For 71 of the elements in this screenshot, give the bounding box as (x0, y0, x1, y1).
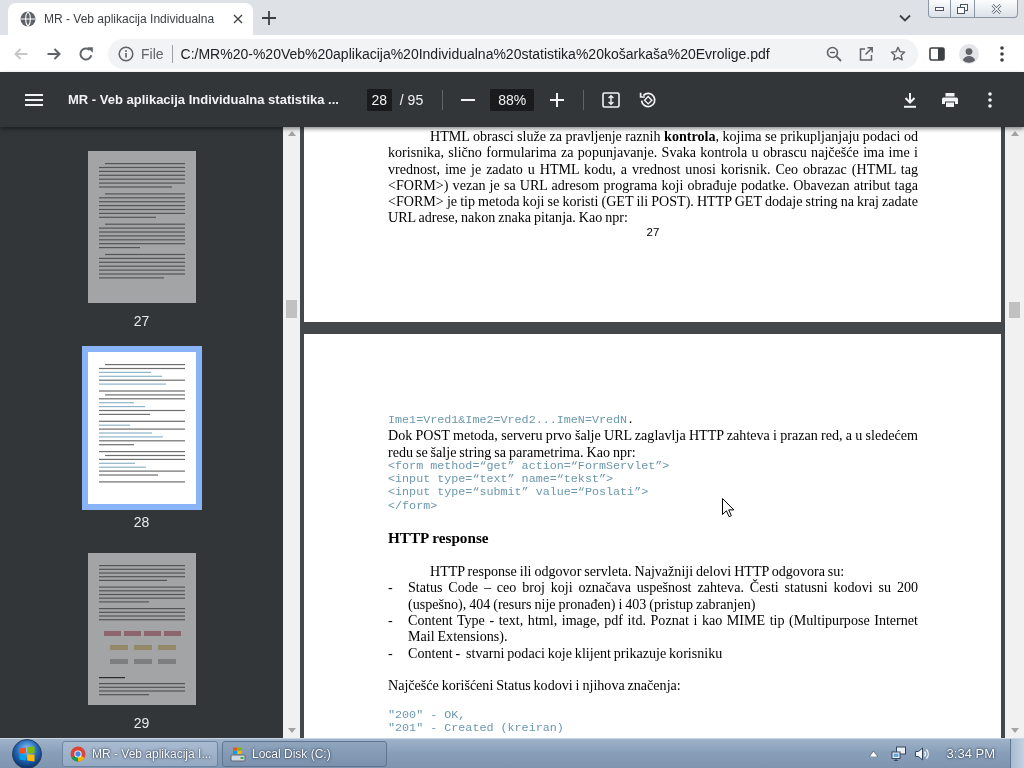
minimize-button[interactable] (928, 0, 951, 18)
menu-icon[interactable] (25, 93, 43, 106)
star-icon[interactable] (890, 45, 906, 62)
code-line: <input type=“submit” value=“Poslati”> (388, 486, 649, 500)
file-label: File (141, 45, 164, 62)
list-item-text: Status Code – ceo broj koji označava uspešnost zahteva. Česti statusni kodovi su 200 (uspešno), 404 (resurs nije pronađen) i 403 (pristup zabranjen) (408, 579, 918, 612)
minimize-icon (935, 6, 944, 11)
list-bullet: - (388, 611, 393, 630)
scrollbar[interactable] (283, 127, 300, 738)
page-thumbnail[interactable] (87, 151, 196, 303)
paragraph: Dok POST metoda, serveru prvo šalje URL zaglavlja HTTP zahteva i prazan red, a u sledećem redu se šalje string sa parametrima. Kao npr: (388, 427, 918, 460)
paragraph: Najčešće korišćeni Status kodovi i njihova značenja: (388, 676, 682, 694)
download-icon[interactable] (902, 91, 918, 108)
mouse-cursor-icon (722, 498, 734, 517)
restore-button[interactable] (951, 0, 975, 18)
page-number: 27 (646, 225, 660, 239)
list-item-text: Content Type - text, html, image, pdf itd. Poznat i kao MIME tip (Multipurpose Internet Mail Extensions). (408, 611, 918, 645)
page-count: / 95 (399, 91, 424, 108)
code-line: "201" - Created (kreiran) (388, 722, 564, 736)
rotate-icon[interactable] (639, 90, 658, 109)
page-number-field[interactable]: 28 (366, 88, 392, 111)
flag-icon (19, 745, 35, 761)
section-heading: HTTP response (388, 529, 489, 548)
scrollbar-thumb[interactable] (286, 300, 297, 318)
printer-icon[interactable] (941, 91, 959, 108)
close-icon[interactable] (233, 13, 243, 24)
thumbnail-label: 28 (133, 513, 150, 532)
fit-page-icon[interactable] (602, 90, 621, 109)
address-bar[interactable]: File C:/MR%20-%20Veb%20aplikacija%20Individualna%20statistika%20košarkaša%20Evrolige.pdf (108, 38, 918, 69)
page-thumbnail[interactable] (87, 553, 196, 705)
share-icon[interactable] (858, 45, 874, 62)
url-text: C:/MR%20-%20Veb%20aplikacija%20Individualna%20statistika%20košarkaša%20Evrolige.pdf (180, 45, 770, 62)
restore-icon (957, 3, 968, 14)
network-icon[interactable] (890, 745, 907, 762)
chevron-down-icon[interactable] (899, 13, 911, 22)
page-thumbnail[interactable] (81, 346, 202, 510)
circle-logo-icon (70, 745, 86, 762)
document-title: MR - Veb aplikacija Individualna statistika ... (68, 92, 339, 107)
side-panel-icon[interactable] (929, 45, 945, 62)
up-triangle-icon[interactable] (868, 750, 878, 757)
vertical-dots-icon[interactable] (1000, 45, 1004, 62)
list-bullet: - (388, 644, 393, 661)
code-line: "200" - OK, (388, 709, 466, 723)
list-item-text: Content - stvarni podaci koje klijent prikazuje korisniku (408, 644, 724, 661)
paragraph: HTTP response ili odgovor servleta. Najvažniji delovi HTTP odgovora su: (429, 563, 846, 580)
clock-text: 3:34 PM (946, 746, 995, 761)
zoom-in-icon[interactable] (550, 92, 565, 107)
zoom-out-icon[interactable] (826, 45, 842, 62)
zoom-field[interactable]: 88% (490, 88, 535, 111)
scrollbar[interactable] (1005, 127, 1024, 738)
paragraph: HTML obrasci služe za pravljenje raznih kontrola, kojima se prikupljanjaju podaci od korisnika, slično formularima za popunjavanje. Svaka kontrola u obrascu najčešće ima ime i vrednost, ime je zadato u HTML kodu, a vrednost unosi korisnik. Ceo obrazac (HTML tag <FORM>) vezan je sa URL adresom programa koji obrađuje podatke. Obavezan atribut taga <FORM> je tip metoda koji se koristi (GET ili POST). HTTP GET dodaje string na kraj zadate URL adrese, nakon znaka pitanja. Kao npr: (388, 128, 918, 226)
code-line: </form> (388, 499, 438, 514)
reload-icon[interactable] (78, 45, 94, 62)
scrollbar-thumb[interactable] (1009, 302, 1020, 318)
close-icon (990, 3, 1002, 14)
drive-icon (230, 745, 246, 762)
close-button[interactable] (975, 0, 1018, 18)
code-line: Ime1=Vred1&Ime2=Vred2...ImeN=VredN. (388, 414, 635, 428)
show-desktop-button[interactable] (1010, 739, 1024, 768)
list-bullet: - (388, 579, 393, 598)
browser-tab[interactable]: MR - Veb aplikacija Individualna (8, 3, 253, 35)
code-line: <input type=“text” name=“tekst”> (388, 473, 614, 487)
info-icon[interactable] (118, 45, 134, 62)
code-line: <form method=“get” action=“FormServlet”> (388, 459, 670, 474)
avatar-icon[interactable] (959, 43, 979, 64)
vertical-dots-icon[interactable] (988, 91, 992, 108)
plus-icon[interactable] (262, 10, 276, 25)
thumbnail-label: 27 (133, 312, 150, 331)
thumbnail-label: 29 (133, 714, 150, 733)
speaker-icon[interactable] (913, 745, 930, 762)
globe-icon (20, 10, 36, 27)
